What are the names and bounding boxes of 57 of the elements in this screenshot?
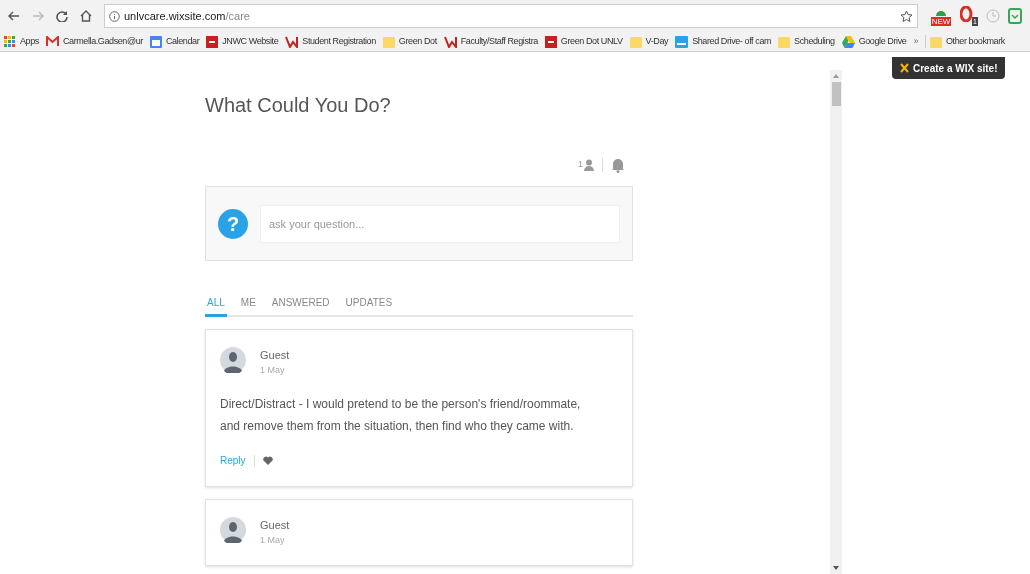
extension-icon[interactable] — [1008, 8, 1022, 24]
filter-tab[interactable]: ANSWERED — [269, 295, 332, 315]
bookmark-item[interactable]: Green Dot — [382, 34, 437, 49]
filter-tab[interactable]: UPDATES — [343, 295, 395, 315]
page-title: What Could You Do? — [205, 93, 392, 118]
question-field[interactable]: ask your question... — [260, 204, 620, 243]
site-icon — [206, 35, 219, 48]
filter-tab[interactable]: ME — [238, 295, 258, 315]
scroll-up-icon[interactable] — [833, 73, 839, 79]
overflow-icon[interactable]: » — [913, 34, 918, 49]
address-bar[interactable]: unlvcare.wixsite.com/care — [104, 4, 918, 28]
author-name: Guest — [260, 348, 290, 363]
bookmark-item[interactable]: Green Dot UNLV — [544, 34, 623, 49]
back-icon[interactable] — [8, 11, 20, 21]
reload-icon[interactable] — [56, 10, 68, 22]
info-icon — [109, 10, 120, 22]
avatar-icon — [220, 517, 246, 543]
post-text: Direct/Distract - I would pretend to be the person's friend/roommate, and remove them from the situation, then find who they came with. — [220, 396, 582, 435]
bookmark-item[interactable]: Google Drive — [841, 34, 907, 49]
bookmark-item[interactable]: V-Day — [629, 34, 669, 49]
star-icon[interactable] — [900, 9, 913, 23]
wix-x-icon — [900, 63, 909, 73]
avatar-icon — [220, 347, 246, 373]
bookmark-item[interactable]: Apps — [4, 34, 39, 49]
post-date: 1 May — [260, 363, 286, 377]
bookmark-item[interactable]: Other bookmark — [925, 34, 1005, 49]
wix-banner[interactable]: Create a WIX site! — [892, 57, 1006, 79]
site-icon — [544, 35, 557, 48]
folder-icon — [778, 35, 791, 48]
forward-icon[interactable] — [32, 11, 44, 21]
bookmark-item[interactable]: Faculty/Staff Registra — [443, 34, 538, 49]
apps-grid-icon — [4, 35, 16, 48]
question-icon: ? — [218, 208, 248, 239]
drive-icon — [841, 35, 855, 48]
bookmark-item[interactable]: Shared Drive- off cam — [675, 34, 772, 49]
site-logo-icon — [443, 35, 457, 48]
bookmark-item[interactable]: JNWC Website — [206, 34, 279, 49]
calendar-icon — [149, 35, 162, 48]
scrollbar[interactable] — [830, 70, 842, 574]
clock-icon[interactable] — [986, 9, 1000, 23]
folder-icon — [629, 35, 642, 48]
bookmark-item[interactable]: Scheduling — [778, 34, 835, 49]
mail-icon — [45, 36, 59, 47]
bookmark-item[interactable]: Carmella.Gadsen@ur — [45, 34, 143, 49]
url-text: unlvcare.wixsite.com/care — [124, 8, 250, 24]
home-icon[interactable] — [80, 10, 92, 22]
post-date: 1 May — [260, 533, 286, 547]
folder-icon — [382, 35, 395, 48]
bookmark-item[interactable]: Calendar — [149, 34, 200, 49]
scroll-down-icon[interactable] — [833, 565, 839, 571]
bookmark-item[interactable]: Student Registration — [285, 34, 376, 49]
author-name: Guest — [260, 518, 290, 533]
site-logo-icon — [285, 35, 299, 48]
heart-icon[interactable] — [262, 456, 273, 465]
bell-icon[interactable] — [611, 157, 625, 173]
folder-icon — [930, 35, 942, 48]
scrollbar-thumb[interactable] — [831, 82, 841, 106]
